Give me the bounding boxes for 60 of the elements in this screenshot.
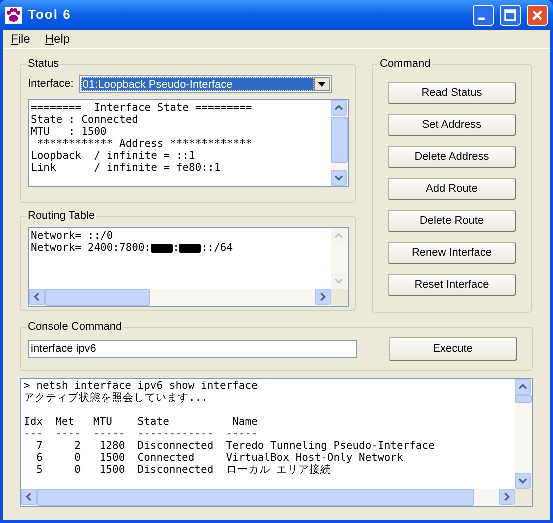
text-line: ::/64: [201, 242, 234, 254]
text-line: ************ Address *************: [36, 138, 254, 150]
scroll-arrow-button[interactable]: [515, 473, 531, 489]
text-line: ======== Interface State =========: [31, 102, 254, 114]
paw-icon: [5, 6, 22, 24]
command-button[interactable]: Delete Address: [388, 146, 516, 168]
interface-dropdown[interactable]: 01:Loopback Pseudo-Interface: [78, 75, 332, 93]
output-line: 6 0 1500 Connected VirtualBox Host-Only Network: [36, 452, 404, 464]
text-line: MTU : 1500: [31, 126, 108, 138]
scrollbar-corner: [515, 489, 532, 506]
text-line: Loopback / infinite = ::1: [31, 150, 196, 162]
minimize-button[interactable]: [473, 4, 494, 26]
chevron-icon: [334, 176, 344, 181]
scroll-arrow-button[interactable]: [499, 489, 515, 505]
maximize-icon: [504, 9, 516, 21]
chevron-icon: [26, 492, 32, 502]
text-line: Link / infinite = fe80::1: [31, 162, 222, 174]
command-input-field[interactable]: interface ipv6: [28, 340, 357, 358]
scroll-arrow-button[interactable]: [331, 170, 347, 186]
command-button[interactable]: Reset Interface: [388, 274, 516, 296]
chevron-icon: [334, 233, 344, 238]
scroll-thumb[interactable]: [515, 395, 532, 403]
scroll-arrow-button[interactable]: [21, 489, 37, 505]
scroll-arrow-button[interactable]: [331, 100, 347, 116]
scroll-arrow-button[interactable]: [515, 379, 531, 395]
scroll-thumb[interactable]: [331, 117, 348, 163]
output-line: 7 2 1280 Disconnected Teredo Tunneling Pseudo-Interface: [36, 440, 436, 452]
window-title: Tool 6: [28, 6, 72, 24]
scrollbar-corner: [331, 289, 348, 306]
command-button[interactable]: Delete Route: [388, 210, 516, 232]
chevron-icon: [334, 105, 344, 110]
scroll-arrow-button[interactable]: [315, 289, 331, 305]
text-line: :: [173, 242, 180, 254]
text-line: Network= 2400:7800:: [31, 242, 152, 254]
output-line: > netsh interface ipv6 show interface: [24, 380, 259, 392]
redaction-mark: [151, 244, 174, 252]
scroll-thumb[interactable]: [45, 289, 150, 306]
close-button[interactable]: [527, 4, 548, 26]
menu-item[interactable]: File: [11, 30, 30, 48]
command-button[interactable]: Set Address: [388, 114, 516, 136]
command-button[interactable]: Renew Interface: [388, 242, 516, 264]
execute-button[interactable]: Execute: [389, 337, 517, 361]
text-line: Network= ::/0: [31, 230, 114, 242]
output-line: アクティブ状態を照会しています...: [24, 392, 209, 404]
menu-item[interactable]: Help: [45, 30, 70, 48]
chevron-icon: [518, 384, 528, 390]
group-title: Routing Table: [27, 209, 96, 223]
command-button[interactable]: Read Status: [388, 82, 516, 104]
output-line: 5 0 1500 Disconnected ローカル エリア接続: [36, 464, 333, 476]
output-line: Idx Met MTU State Name: [24, 416, 259, 428]
text-line: State : Connected: [31, 114, 140, 126]
field-label: Interface:: [28, 76, 74, 92]
close-icon: [532, 10, 543, 20]
output-line: --- ---- ----- ------------ -----: [24, 428, 259, 440]
chevron-icon: [34, 292, 40, 302]
redaction-mark: [179, 244, 202, 252]
scroll-arrow-button[interactable]: [29, 289, 45, 305]
minimize-icon: [478, 17, 485, 20]
command-button[interactable]: Add Route: [388, 178, 516, 200]
maximize-button[interactable]: [500, 4, 521, 26]
